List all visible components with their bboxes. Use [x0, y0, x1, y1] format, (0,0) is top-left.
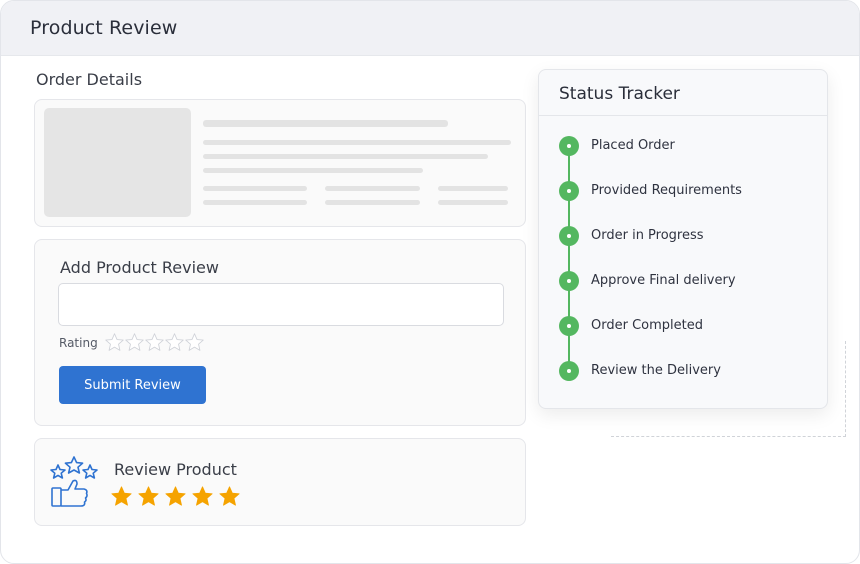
submit-review-button[interactable]: Submit Review [59, 366, 206, 404]
step-complete-dot-icon [559, 136, 579, 156]
thumbs-up-stars-icon [50, 456, 98, 507]
title-bar: Product Review [1, 1, 859, 56]
star-icon [192, 486, 213, 506]
rating-star-icon[interactable] [144, 332, 165, 353]
skeleton-line [203, 168, 423, 173]
add-review-card: Add Product Review Rating Submit Review [34, 239, 526, 426]
rating-star-icon[interactable] [164, 332, 185, 353]
order-details-label: Order Details [36, 70, 143, 89]
rating-star-icon[interactable] [124, 332, 145, 353]
review-product-card[interactable]: Review Product [34, 438, 526, 526]
star-icon [111, 486, 132, 506]
skeleton-line [203, 186, 307, 191]
timeline-step: Order in Progress [559, 226, 819, 246]
skeleton-line [325, 200, 420, 205]
product-review-window: Product Review Order Details Add Product… [0, 0, 860, 564]
add-review-heading: Add Product Review [60, 258, 219, 277]
skeleton-line [203, 200, 307, 205]
skeleton-line [203, 120, 448, 127]
review-input[interactable] [58, 283, 504, 326]
product-rating-stars [110, 485, 245, 508]
status-tracker-panel: Status Tracker Placed Order Provided Requ… [538, 69, 828, 409]
step-complete-dot-icon [559, 361, 579, 381]
skeleton-line [438, 186, 508, 191]
step-label: Approve Final delivery [591, 273, 736, 288]
timeline-step: Order Completed [559, 316, 819, 336]
skeleton-line [203, 140, 511, 145]
rating-star-icon[interactable] [184, 332, 205, 353]
rating-stars[interactable] [104, 332, 204, 353]
skeleton-line [203, 154, 488, 159]
product-image-placeholder [44, 108, 191, 217]
status-tracker-header: Status Tracker [539, 70, 827, 116]
step-complete-dot-icon [559, 316, 579, 336]
order-details-card [34, 99, 526, 227]
step-label: Order Completed [591, 318, 703, 333]
rating-star-icon[interactable] [104, 332, 125, 353]
timeline-step: Provided Requirements [559, 181, 819, 201]
timeline-step: Review the Delivery [559, 361, 819, 381]
rating-label: Rating [59, 336, 98, 350]
skeleton-line [438, 200, 508, 205]
step-label: Provided Requirements [591, 183, 742, 198]
page-title: Product Review [30, 17, 178, 39]
timeline-line [568, 145, 570, 371]
step-label: Order in Progress [591, 228, 704, 243]
star-icon [138, 486, 159, 506]
step-complete-dot-icon [559, 271, 579, 291]
status-tracker-title: Status Tracker [559, 84, 680, 104]
step-label: Review the Delivery [591, 363, 721, 378]
step-complete-dot-icon [559, 181, 579, 201]
timeline-step: Placed Order [559, 136, 819, 156]
timeline-step: Approve Final delivery [559, 271, 819, 291]
review-product-heading: Review Product [114, 460, 237, 479]
skeleton-line [325, 186, 420, 191]
step-complete-dot-icon [559, 226, 579, 246]
step-label: Placed Order [591, 138, 675, 153]
star-icon [165, 486, 186, 506]
star-icon [219, 486, 240, 506]
